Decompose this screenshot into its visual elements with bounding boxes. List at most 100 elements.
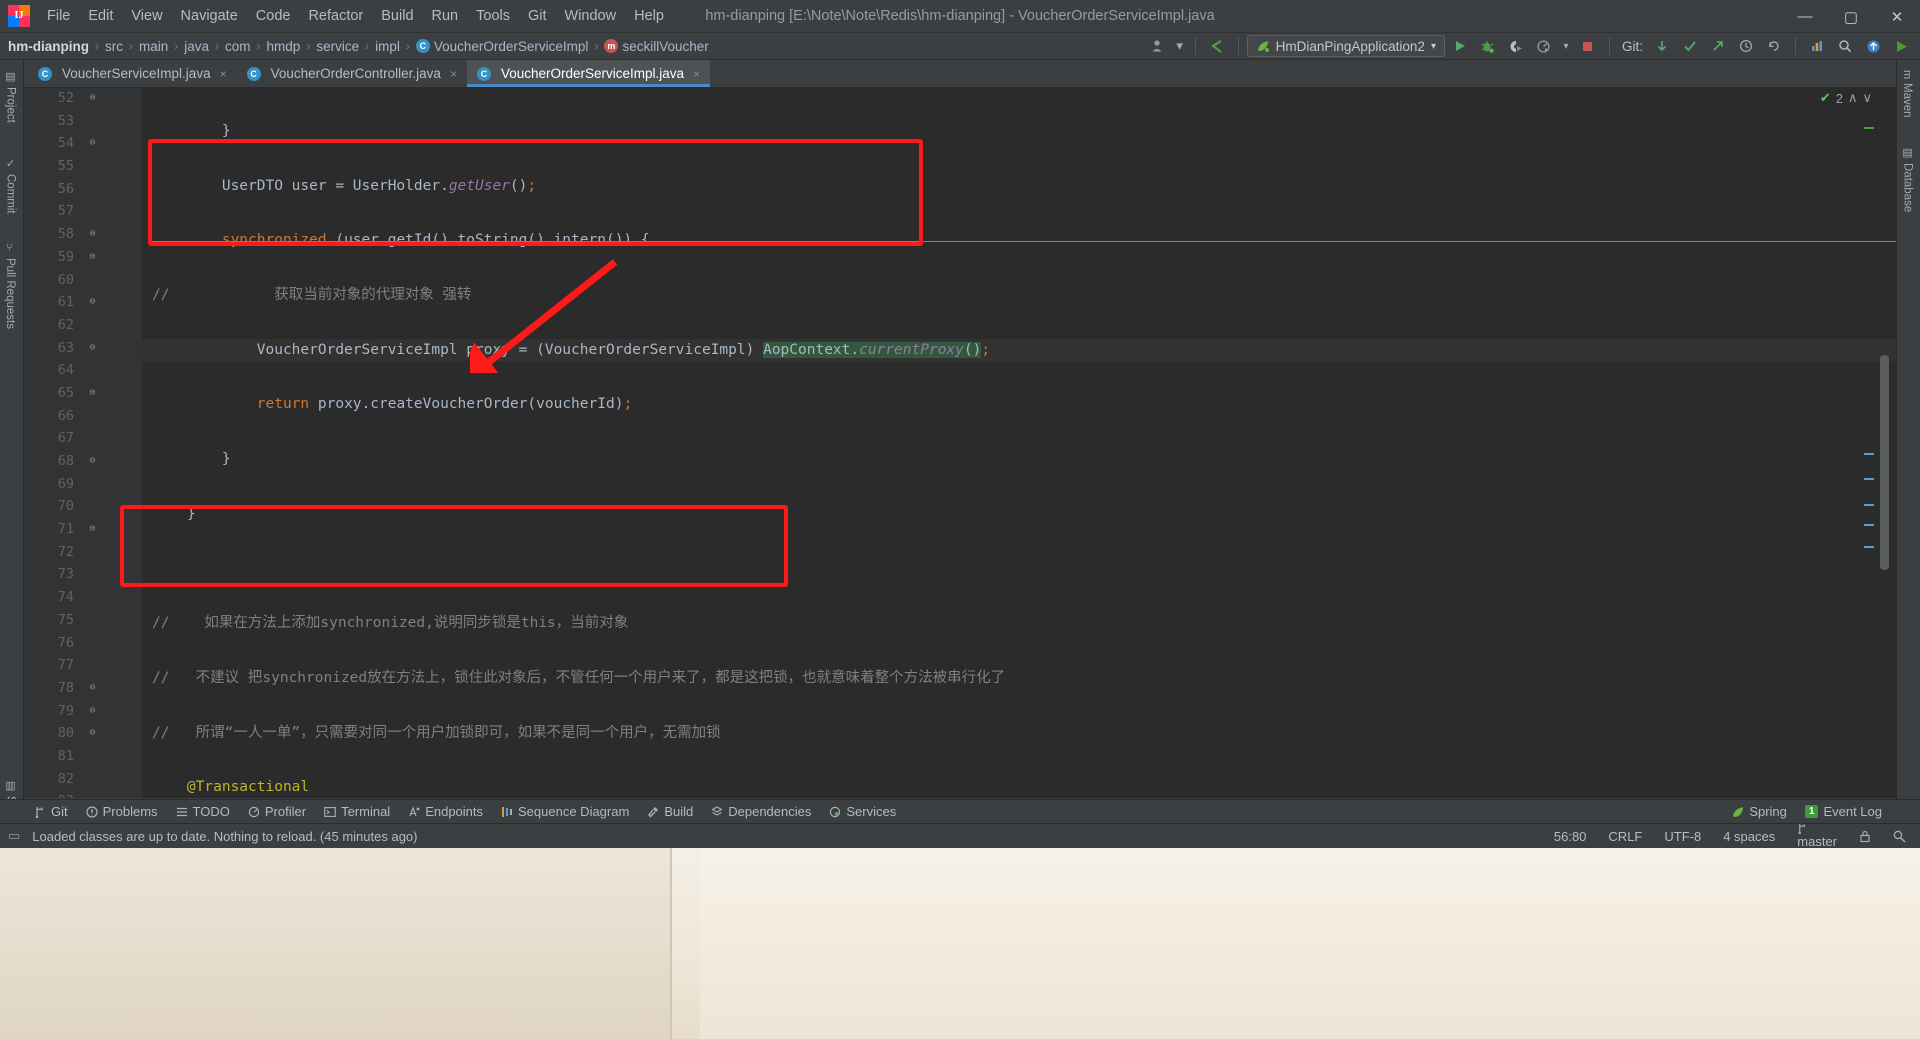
tool-window-profiler[interactable]: Profiler — [240, 802, 314, 821]
debug-button[interactable] — [1475, 35, 1501, 57]
run-button[interactable] — [1447, 35, 1473, 57]
fold-marker-icon[interactable]: ⊖ — [86, 386, 99, 399]
tool-window-services[interactable]: Services — [821, 802, 904, 821]
menu-code[interactable]: Code — [247, 4, 300, 28]
fold-marker-icon[interactable] — [86, 273, 99, 286]
indent-setting[interactable]: 4 spaces — [1719, 827, 1779, 846]
user-icon[interactable] — [1145, 35, 1171, 57]
tool-window-git[interactable]: Git — [26, 802, 76, 821]
menu-refactor[interactable]: Refactor — [299, 4, 372, 28]
chart-icon[interactable] — [1804, 35, 1830, 57]
fold-marker-icon[interactable] — [86, 477, 99, 490]
code-line-63[interactable]: // 所谓“一人一单”，只需要对同一个用户加锁即可，如果不是同一个用户，无需加锁 — [142, 722, 1896, 745]
editor-scrollbar-thumb[interactable] — [1880, 355, 1889, 570]
fold-marker-icon[interactable] — [86, 590, 99, 603]
error-stripe-marker[interactable] — [1864, 504, 1874, 506]
code-line-59[interactable]: } — [142, 503, 1896, 526]
code-line-54[interactable]: synchronized (user.getId().toString().in… — [142, 229, 1896, 252]
fold-marker-icon[interactable] — [86, 114, 99, 127]
tool-window-dependencies[interactable]: Dependencies — [703, 802, 819, 821]
code-line-62[interactable]: // 不建议 把synchronized放在方法上，锁住此对象后，不管任何一个用… — [142, 667, 1896, 690]
minimize-button[interactable]: — — [1782, 0, 1828, 33]
fold-marker-icon[interactable]: ⊖ — [86, 454, 99, 467]
tab-VoucherOrderServiceImpl[interactable]: C VoucherOrderServiceImpl.java × — [466, 60, 711, 87]
fold-marker-icon[interactable] — [86, 409, 99, 422]
profile-button[interactable] — [1531, 35, 1557, 57]
profile-dropdown-icon[interactable]: ▾ — [1559, 35, 1573, 57]
fold-marker-icon[interactable]: ⊖ — [86, 704, 99, 717]
breadcrumb-item-hm-dianping[interactable]: hm-dianping — [8, 39, 89, 54]
code-line-60[interactable] — [142, 558, 1896, 581]
menu-build[interactable]: Build — [372, 4, 422, 28]
fold-marker-icon[interactable] — [86, 182, 99, 195]
close-button[interactable]: ✕ — [1874, 0, 1920, 33]
error-stripe-marker[interactable] — [1864, 546, 1874, 548]
fold-marker-icon[interactable]: ⊖ — [86, 522, 99, 535]
menu-tools[interactable]: Tools — [467, 4, 519, 28]
menu-help[interactable]: Help — [625, 4, 673, 28]
tool-window-event-log[interactable]: 1 Event Log — [1797, 802, 1890, 821]
git-push-icon[interactable] — [1705, 35, 1731, 57]
breadcrumb-item-service[interactable]: service — [316, 39, 359, 54]
inspection-icon[interactable] — [1889, 828, 1910, 845]
sidebar-item-project[interactable]: ▤ Project — [0, 64, 21, 129]
git-branch-widget[interactable]: master — [1793, 821, 1841, 851]
status-message[interactable]: Loaded classes are up to date. Nothing t… — [28, 827, 421, 846]
code-line-64[interactable]: @Transactional — [142, 776, 1896, 798]
menu-edit[interactable]: Edit — [79, 4, 122, 28]
code-text-area[interactable]: } UserDTO user = UserHolder.getUser(); s… — [142, 88, 1896, 798]
fold-marker-icon[interactable] — [86, 159, 99, 172]
fold-marker-icon[interactable] — [86, 613, 99, 626]
code-line-57[interactable]: return proxy.createVoucherOrder(voucherI… — [142, 393, 1896, 416]
sidebar-item-pull-requests[interactable]: ⑂ Pull Requests — [0, 237, 20, 335]
menu-file[interactable]: File — [38, 4, 79, 28]
tool-window-build[interactable]: Build — [639, 802, 701, 821]
menu-navigate[interactable]: Navigate — [172, 4, 247, 28]
fold-marker-icon[interactable] — [86, 499, 99, 512]
fold-marker-icon[interactable]: ⊖ — [86, 681, 99, 694]
error-stripe-marker[interactable] — [1864, 478, 1874, 480]
fold-marker-icon[interactable] — [86, 545, 99, 558]
play-green-icon[interactable] — [1888, 35, 1914, 57]
code-line-56[interactable]: VoucherOrderServiceImpl proxy = (Voucher… — [142, 338, 1896, 362]
fold-marker-icon[interactable]: ⊖ — [86, 295, 99, 308]
breadcrumb-item-class[interactable]: C VoucherOrderServiceImpl — [415, 39, 588, 54]
code-editor[interactable]: 52 ⊖ 53 54 ⊖ 55 56 57 58 ⊖ 59 ⊖ 60 61 ⊖ 62 63… — [24, 88, 1896, 798]
inspection-widget[interactable]: ✔ 2 ∧ ∨ — [1820, 90, 1872, 106]
editor-gutter[interactable]: 52 ⊖ 53 54 ⊖ 55 56 57 58 ⊖ 59 ⊖ 60 61 ⊖ 62 63… — [24, 88, 142, 798]
breadcrumb-item-hmdp[interactable]: hmdp — [267, 39, 301, 54]
error-stripe-marker[interactable] — [1864, 127, 1874, 129]
fold-marker-icon[interactable] — [86, 749, 99, 762]
fold-marker-icon[interactable]: ⊖ — [86, 726, 99, 739]
fold-marker-icon[interactable] — [86, 318, 99, 331]
fold-marker-icon[interactable]: ⊖ — [86, 91, 99, 104]
fold-marker-icon[interactable] — [86, 431, 99, 444]
line-separator[interactable]: CRLF — [1604, 827, 1646, 846]
file-encoding[interactable]: UTF-8 — [1660, 827, 1705, 846]
git-commit-icon[interactable] — [1677, 35, 1703, 57]
code-line-53[interactable]: UserDTO user = UserHolder.getUser(); — [142, 175, 1896, 198]
breadcrumb-item-impl[interactable]: impl — [375, 39, 400, 54]
menu-window[interactable]: Window — [556, 4, 626, 28]
breadcrumb-item-main[interactable]: main — [139, 39, 168, 54]
fold-marker-icon[interactable] — [86, 794, 99, 798]
caret-position[interactable]: 56:80 — [1550, 827, 1591, 846]
history-icon[interactable] — [1733, 35, 1759, 57]
fold-marker-icon[interactable]: ⊖ — [86, 136, 99, 149]
tool-window-endpoints[interactable]: Endpoints — [400, 802, 491, 821]
fold-marker-icon[interactable] — [86, 772, 99, 785]
search-icon[interactable] — [1832, 35, 1858, 57]
tab-close-icon[interactable]: × — [450, 67, 457, 81]
fold-marker-icon[interactable] — [86, 204, 99, 217]
tool-window-todo[interactable]: TODO — [168, 802, 238, 821]
fold-marker-icon[interactable]: ⊖ — [86, 341, 99, 354]
chevron-up-icon[interactable]: ∧ — [1848, 90, 1858, 106]
run-with-coverage-button[interactable] — [1503, 35, 1529, 57]
menu-git[interactable]: Git — [519, 4, 556, 28]
back-arrow-icon[interactable] — [1204, 35, 1230, 57]
tab-close-icon[interactable]: × — [220, 67, 227, 81]
undo-icon[interactable] — [1761, 35, 1787, 57]
menu-view[interactable]: View — [122, 4, 171, 28]
fold-marker-icon[interactable]: ⊖ — [86, 227, 99, 240]
tool-window-problems[interactable]: Problems — [78, 802, 166, 821]
